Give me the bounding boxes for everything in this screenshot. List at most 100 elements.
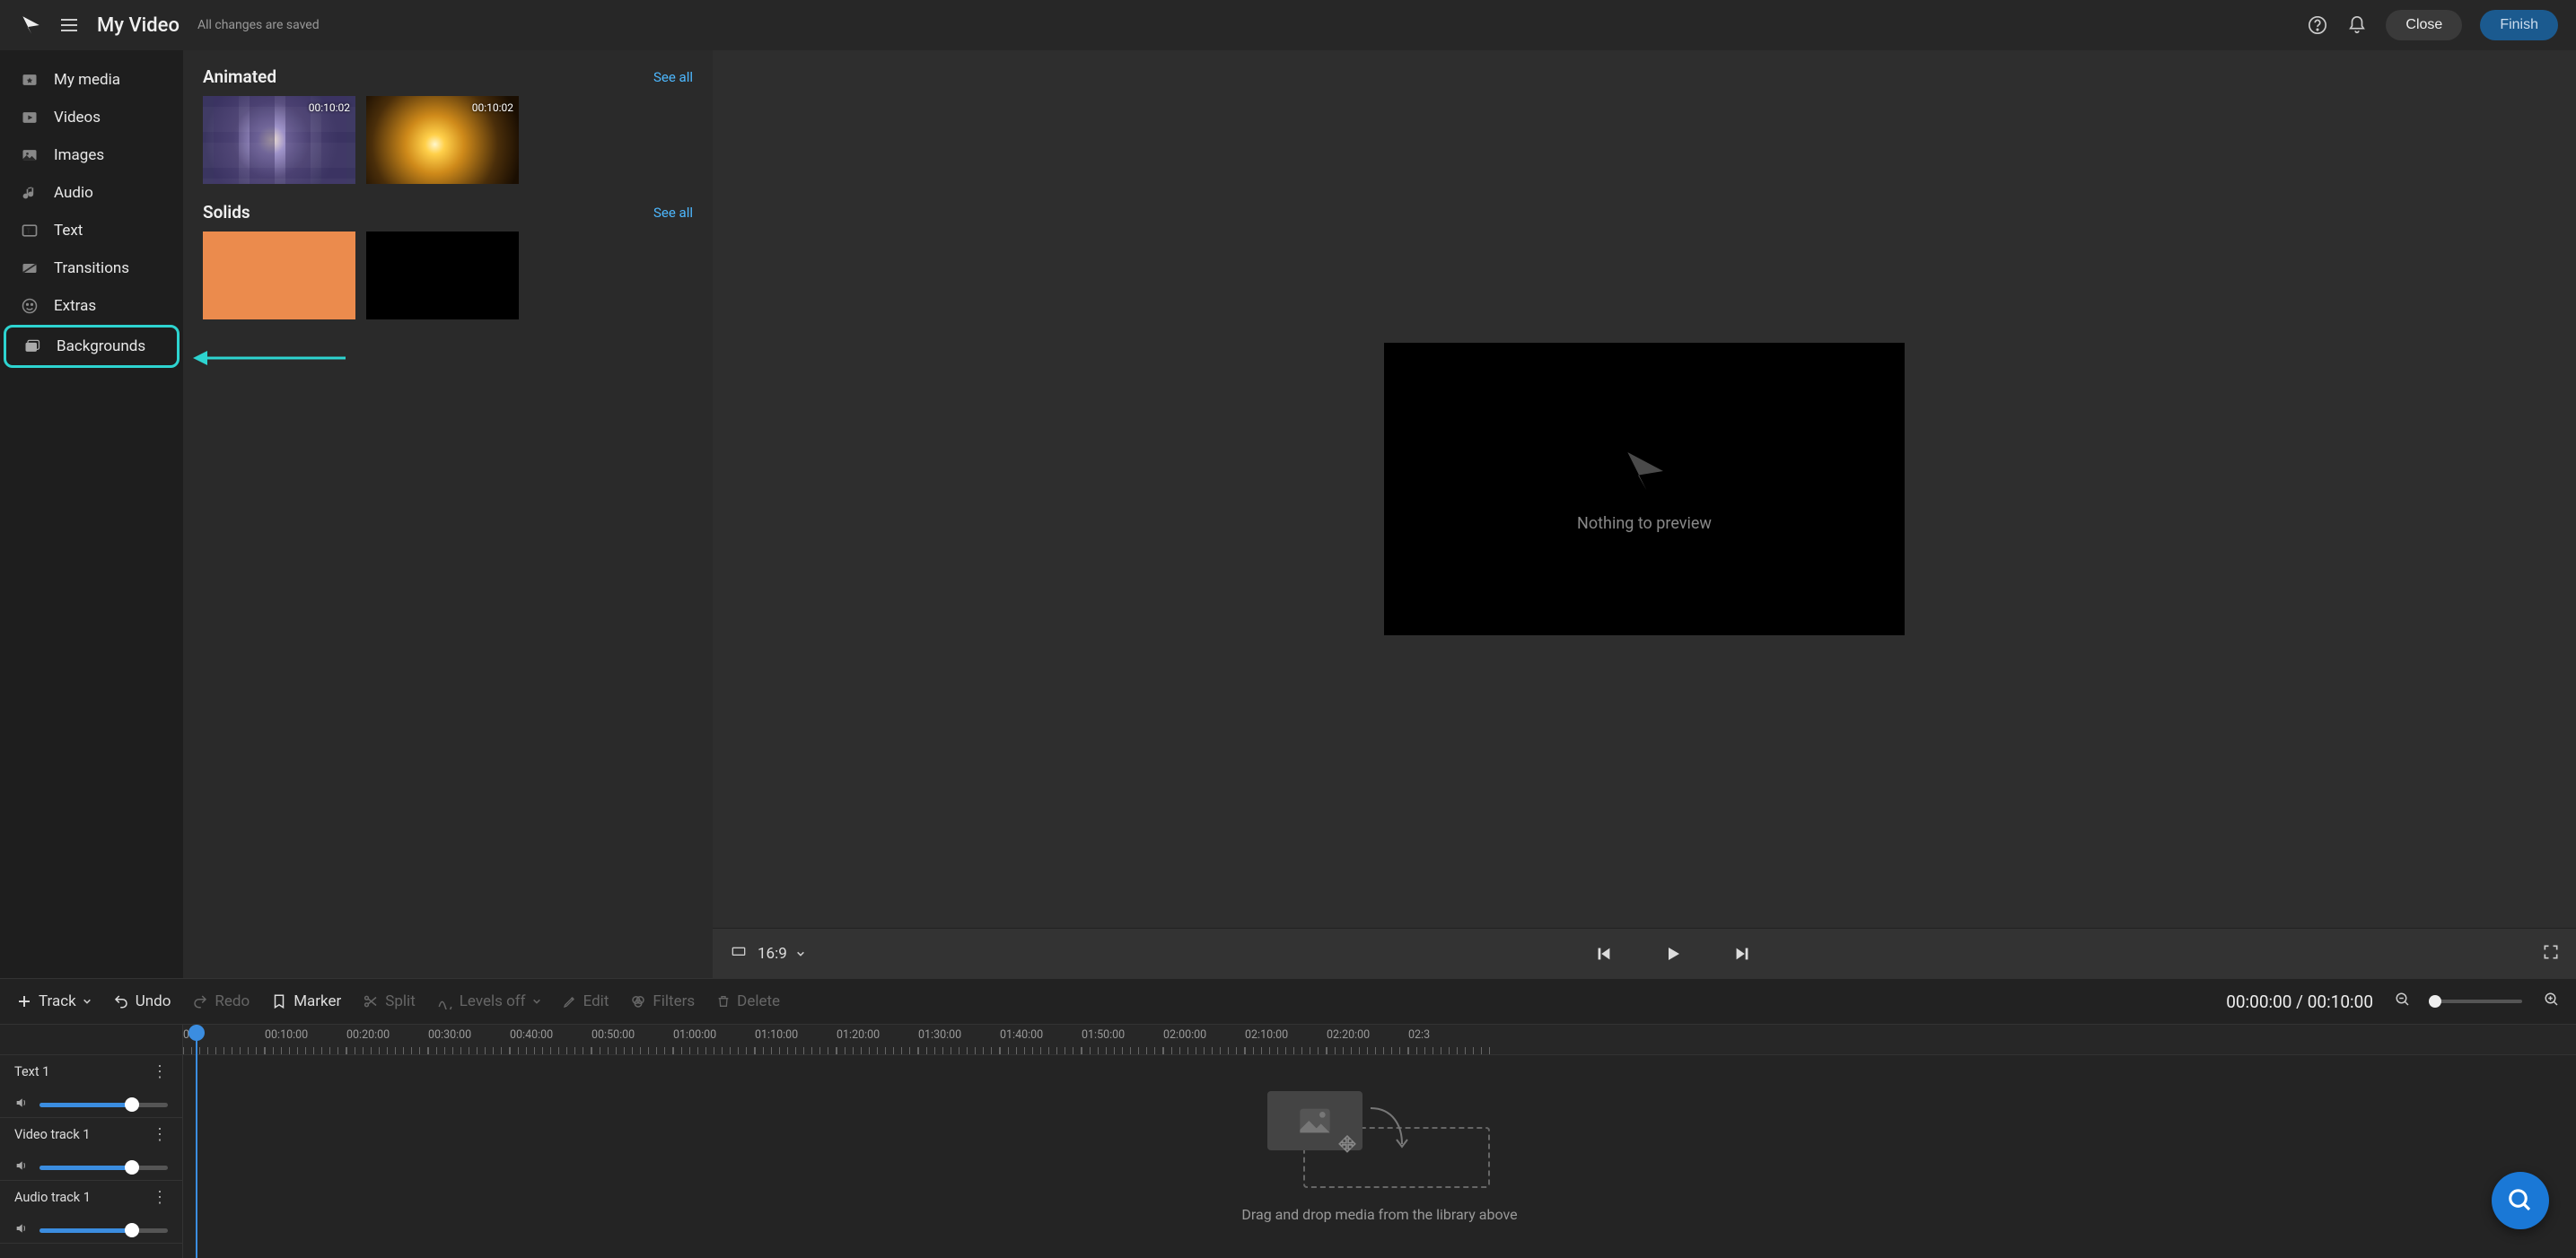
fullscreen-button[interactable] [2542, 943, 2560, 965]
sidebar: My media Videos Images Audio Text Transi… [0, 50, 183, 978]
volume-icon[interactable] [14, 1221, 29, 1239]
sidebar-item-label: Images [54, 146, 104, 164]
ruler-tick: 00:30:00 [428, 1025, 510, 1054]
split-button[interactable]: Split [363, 992, 415, 1010]
track-head-text-1: Text 1 ⋮ [0, 1055, 182, 1118]
solid-thumb-black[interactable] [366, 232, 519, 319]
sidebar-item-videos[interactable]: Videos [4, 99, 180, 136]
ruler-tick: 00:50:00 [591, 1025, 673, 1054]
track-menu-button[interactable]: ⋮ [152, 1062, 168, 1081]
text-icon [20, 221, 39, 240]
transition-icon [20, 258, 39, 278]
ruler-tick: 01:20:00 [837, 1025, 918, 1054]
skip-forward-button[interactable] [1732, 944, 1752, 964]
duration-badge: 00:10:02 [472, 101, 513, 114]
see-all-solids[interactable]: See all [653, 205, 693, 221]
close-button[interactable]: Close [2386, 10, 2462, 40]
project-title[interactable]: My Video [97, 14, 180, 37]
track-name: Audio track 1 [14, 1190, 91, 1205]
sidebar-item-label: Text [54, 222, 83, 240]
zoom-out-button[interactable] [2395, 992, 2411, 1011]
track-name: Text 1 [14, 1064, 49, 1079]
volume-slider[interactable] [39, 1166, 168, 1170]
save-status: All changes are saved [197, 18, 320, 32]
timecode: 00:00:00 / 00:10:00 [2226, 992, 2373, 1012]
redo-button[interactable]: Redo [192, 992, 250, 1010]
sidebar-item-label: Backgrounds [57, 337, 145, 355]
track-head-audio-1: Audio track 1 ⋮ [0, 1181, 182, 1244]
app-logo[interactable] [18, 13, 43, 38]
levels-button[interactable]: Levels off [437, 992, 541, 1010]
section-title-animated: Animated [203, 66, 276, 87]
sidebar-item-text[interactable]: Text [4, 212, 180, 249]
help-fab[interactable] [2492, 1172, 2549, 1229]
volume-icon[interactable] [14, 1096, 29, 1114]
ruler-tick: 00:10:00 [265, 1025, 346, 1054]
sidebar-item-label: Videos [54, 109, 101, 127]
section-title-solids: Solids [203, 202, 250, 223]
preview-logo-icon [1617, 446, 1672, 496]
track-menu-button[interactable]: ⋮ [152, 1188, 168, 1207]
timeline-body[interactable]: 0000:10:0000:20:0000:30:0000:40:0000:50:… [183, 1025, 2576, 1258]
bell-icon[interactable] [2346, 14, 2368, 36]
filters-button[interactable]: Filters [630, 992, 695, 1010]
preview-canvas: Nothing to preview [713, 50, 2576, 928]
star-folder-icon [20, 70, 39, 90]
menu-button[interactable] [61, 19, 79, 31]
sidebar-item-label: Audio [54, 184, 93, 202]
ruler-tick: 02:3 [1408, 1025, 1490, 1054]
sidebar-item-extras[interactable]: Extras [4, 287, 180, 325]
ruler-tick: 02:10:00 [1245, 1025, 1327, 1054]
volume-icon[interactable] [14, 1158, 29, 1176]
zoom-in-button[interactable] [2544, 992, 2560, 1011]
sidebar-item-label: Extras [54, 297, 96, 315]
solid-thumb-orange[interactable] [203, 232, 355, 319]
marker-button[interactable]: Marker [271, 992, 341, 1010]
ruler-tick: 00:40:00 [510, 1025, 591, 1054]
track-name: Video track 1 [14, 1127, 90, 1142]
sidebar-item-label: My media [54, 71, 120, 89]
ruler-tick: 01:00:00 [673, 1025, 755, 1054]
finish-button[interactable]: Finish [2480, 10, 2558, 40]
animated-thumb-1[interactable]: 00:10:02 [203, 96, 355, 184]
preview-empty-text: Nothing to preview [1577, 514, 1712, 533]
smile-icon [20, 296, 39, 316]
library-panel: Animated See all 00:10:02 00:10:02 Solid… [183, 50, 713, 978]
ruler-tick: 01:40:00 [1000, 1025, 1082, 1054]
play-button[interactable] [1662, 943, 1684, 965]
edit-button[interactable]: Edit [563, 992, 609, 1010]
ruler[interactable]: 0000:10:0000:20:0000:30:0000:40:0000:50:… [183, 1025, 2576, 1055]
play-box-icon [20, 108, 39, 127]
skip-back-button[interactable] [1594, 944, 1614, 964]
sidebar-item-audio[interactable]: Audio [4, 174, 180, 212]
delete-button[interactable]: Delete [716, 992, 780, 1010]
undo-button[interactable]: Undo [113, 992, 171, 1010]
aspect-ratio-selector[interactable]: 16:9 [729, 945, 805, 963]
sidebar-item-my-media[interactable]: My media [4, 61, 180, 99]
sidebar-item-transitions[interactable]: Transitions [4, 249, 180, 287]
add-track-button[interactable]: Track [16, 992, 92, 1010]
help-icon[interactable] [2307, 14, 2328, 36]
drop-illustration [1267, 1091, 1492, 1190]
ruler-tick: 02:20:00 [1327, 1025, 1408, 1054]
ruler-tick: 01:50:00 [1082, 1025, 1163, 1054]
backgrounds-icon [22, 336, 42, 356]
ruler-tick: 00:20:00 [346, 1025, 428, 1054]
image-icon [20, 145, 39, 165]
track-menu-button[interactable]: ⋮ [152, 1125, 168, 1144]
sidebar-item-images[interactable]: Images [4, 136, 180, 174]
sidebar-item-backgrounds[interactable]: Backgrounds [4, 325, 180, 368]
playhead[interactable] [196, 1025, 197, 1258]
sidebar-item-label: Transitions [54, 259, 129, 277]
ruler-tick: 02:00:00 [1163, 1025, 1245, 1054]
ruler-tick: 01:10:00 [755, 1025, 837, 1054]
volume-slider[interactable] [39, 1103, 168, 1107]
volume-slider[interactable] [39, 1228, 168, 1233]
aspect-label: 16:9 [758, 945, 787, 963]
see-all-animated[interactable]: See all [653, 69, 693, 85]
track-head-video-1: Video track 1 ⋮ [0, 1118, 182, 1181]
zoom-slider[interactable] [2432, 1000, 2522, 1003]
duration-badge: 00:10:02 [309, 101, 350, 114]
animated-thumb-2[interactable]: 00:10:02 [366, 96, 519, 184]
music-note-icon [20, 183, 39, 203]
